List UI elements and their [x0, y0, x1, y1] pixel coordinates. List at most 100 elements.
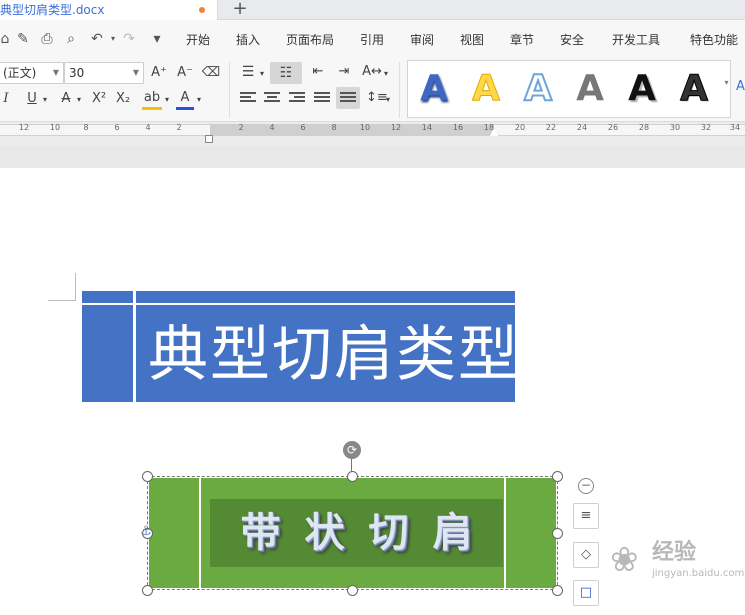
header-title: 典型切肩类型	[148, 320, 520, 390]
ruler-label: 2	[238, 123, 244, 132]
chevron-down-icon[interactable]: ▾	[258, 65, 266, 83]
highlight-button[interactable]: ab	[142, 89, 162, 110]
ruler-label: 4	[269, 123, 275, 132]
watermark: ❀ 经验 jingyan.baidu.com	[610, 538, 744, 590]
resize-handle-bottom-right[interactable]	[552, 585, 563, 596]
text-style-dark-bevel[interactable]: A	[676, 67, 712, 111]
resize-handle-top-right[interactable]	[552, 471, 563, 482]
resize-handle-right[interactable]	[552, 528, 563, 539]
grow-font-button[interactable]: A⁺	[148, 64, 170, 82]
text-style-gold[interactable]: A	[468, 67, 504, 111]
strikethrough-button[interactable]: A	[56, 90, 76, 108]
ruler-label: 16	[452, 123, 464, 132]
ribbon-divider	[229, 62, 230, 118]
ruler-label: 12	[390, 123, 402, 132]
collapse-toolbar-button[interactable]: −	[578, 478, 594, 494]
decrease-indent-icon[interactable]: ⇤	[308, 63, 328, 81]
resize-handle-bottom[interactable]	[347, 585, 358, 596]
chevron-down-icon[interactable]: ▾	[384, 91, 392, 109]
home-icon[interactable]: ⌂	[0, 30, 14, 48]
shape-fill-button[interactable]: ◇	[573, 542, 599, 568]
ruler-label: 8	[83, 123, 89, 132]
rotate-handle-icon[interactable]: ⟳	[343, 441, 361, 459]
print-preview-icon[interactable]: ⌕	[62, 30, 80, 48]
textbox-left-line	[199, 478, 201, 588]
blue-header-shape[interactable]: 典型切肩类型	[82, 291, 520, 402]
chevron-down-icon[interactable]: ▾	[40, 91, 50, 109]
clear-format-button[interactable]: ⌫	[200, 64, 222, 82]
text-style-outline-blue[interactable]: A	[520, 67, 556, 111]
align-left-icon[interactable]	[240, 92, 256, 104]
shrink-font-button[interactable]: A⁻	[174, 64, 196, 82]
rotate-stem	[351, 459, 352, 471]
line-spacing-icon[interactable]: ↕≡	[366, 89, 388, 107]
tab-bar: 典型切肩类型.docx +	[0, 0, 745, 20]
menu-item-page-layout[interactable]: 页面布局	[286, 31, 334, 48]
chevron-down-icon[interactable]: ▾	[194, 91, 204, 109]
text-style-gray[interactable]: A	[572, 67, 608, 111]
ruler-label: 14	[421, 123, 433, 132]
text-style-gallery: A A A A A A	[407, 60, 731, 118]
menu-item-special-features[interactable]: 特色功能	[690, 31, 738, 48]
ruler-label: 20	[514, 123, 526, 132]
textbox-inner-panel[interactable]: 带状切肩	[210, 499, 503, 567]
ruler-label: 10	[359, 123, 371, 132]
menu-item-chapter[interactable]: 章节	[510, 31, 534, 48]
text-direction-icon[interactable]: A↔	[362, 63, 382, 81]
menu-item-developer[interactable]: 开发工具	[612, 31, 660, 48]
new-tab-button[interactable]: +	[231, 0, 249, 19]
text-effect-icon[interactable]: A	[736, 78, 745, 96]
superscript-button[interactable]: X²	[88, 90, 110, 108]
italic-button[interactable]: I	[0, 90, 14, 108]
font-name-value: (正文)	[3, 66, 37, 80]
font-size-value: 30	[69, 66, 85, 80]
chevron-down-icon[interactable]: ▾	[74, 91, 84, 109]
distributed-align-icon	[340, 92, 356, 104]
redo-icon[interactable]: ↷	[120, 30, 138, 48]
ruler-area: 12 10 8 6 4 2 2 4 6 8 10 12 14 16 18 20 …	[0, 122, 745, 146]
font-size-select[interactable]: 30 ▼	[64, 62, 144, 84]
anchor-icon[interactable]: ⚓	[138, 524, 154, 540]
chevron-down-icon[interactable]: ▾	[382, 65, 390, 83]
chevron-down-icon[interactable]: ▾	[162, 91, 172, 109]
header-horizontal-line	[82, 303, 515, 305]
format-painter-icon[interactable]: ✎	[14, 30, 32, 48]
document-tab[interactable]: 典型切肩类型.docx	[0, 0, 218, 20]
layout-options-button[interactable]: ≡	[573, 503, 599, 529]
underline-button[interactable]: U	[22, 90, 42, 108]
resize-handle-bottom-left[interactable]	[142, 585, 153, 596]
menu-item-security[interactable]: 安全	[560, 31, 584, 48]
customize-toolbar-icon[interactable]: ▾	[148, 30, 166, 48]
resize-handle-top-left[interactable]	[142, 471, 153, 482]
menu-item-home[interactable]: 开始	[186, 31, 210, 48]
text-style-black-shadow[interactable]: A	[624, 67, 660, 111]
left-indent-marker[interactable]	[205, 135, 213, 143]
document-tab-title: 典型切肩类型.docx	[0, 3, 105, 17]
numbered-list-icon[interactable]: ☷	[270, 62, 302, 84]
right-indent-marker[interactable]	[490, 128, 498, 136]
unsaved-dot-icon	[199, 7, 205, 13]
text-style-blue[interactable]: A	[416, 67, 452, 111]
align-center-icon[interactable]	[264, 92, 280, 104]
increase-indent-icon[interactable]: ⇥	[334, 63, 354, 81]
ruler-label: 2	[176, 123, 182, 132]
resize-handle-top[interactable]	[347, 471, 358, 482]
subscript-button[interactable]: X₂	[112, 90, 134, 108]
green-textbox-shape[interactable]: 带状切肩	[149, 478, 556, 588]
ruler-label: 6	[114, 123, 120, 132]
font-name-select[interactable]: (正文) ▼	[0, 62, 64, 84]
align-right-icon[interactable]	[289, 92, 305, 104]
justify-icon[interactable]	[314, 92, 330, 104]
ruler-label: 24	[576, 123, 588, 132]
menu-item-view[interactable]: 视图	[460, 31, 484, 48]
font-color-button[interactable]: A	[176, 89, 194, 110]
textbox-title[interactable]: 带状切肩	[210, 505, 503, 561]
bullet-list-icon[interactable]: ☰	[238, 63, 258, 81]
menu-item-insert[interactable]: 插入	[236, 31, 260, 48]
shape-outline-button[interactable]: □	[573, 580, 599, 606]
watermark-url: jingyan.baidu.com	[652, 568, 745, 579]
print-icon[interactable]: ⎙	[38, 30, 56, 48]
paw-logo-icon: ❀	[610, 540, 639, 580]
menu-item-review[interactable]: 审阅	[410, 31, 434, 48]
menu-item-references[interactable]: 引用	[360, 31, 384, 48]
